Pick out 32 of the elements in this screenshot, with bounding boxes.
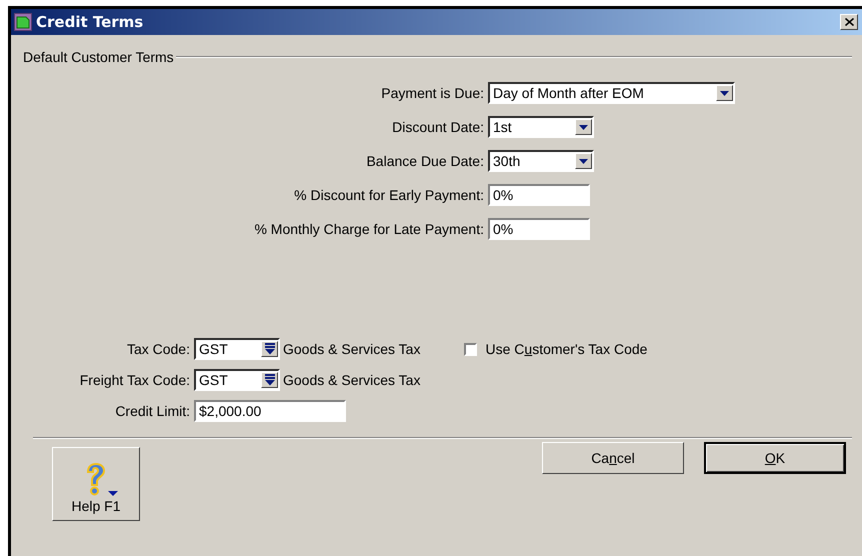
caret-icon [108,491,118,496]
list-icon[interactable] [261,372,278,388]
tax-description: Goods & Services Tax [283,341,420,357]
field-label: % Monthly Charge for Late Payment: [253,221,485,237]
field-label: % Discount for Early Payment: [293,187,485,203]
cancel-button[interactable]: Cancel [542,442,684,474]
window-title: Credit Terms [36,13,144,31]
checkbox[interactable] [464,342,478,356]
tax-description: Goods & Services Tax [283,372,420,388]
dropdown-field[interactable]: 30th [488,150,594,172]
dropdown-field[interactable]: Day of Month after EOM [488,82,735,104]
field-label: Tax Code: [126,341,191,357]
input-field[interactable]: $2,000.00 [194,400,346,422]
close-icon [844,18,854,26]
app-icon [14,13,32,31]
dropdown-field[interactable]: GST [194,338,280,360]
ok-button[interactable]: OK [704,442,846,474]
help-button[interactable]: Help F1 [52,447,140,521]
close-button[interactable] [840,14,858,30]
field-label: Credit Limit: [114,403,191,419]
field-label: Balance Due Date: [365,153,485,169]
checkbox-label[interactable]: Use Customer's Tax Code [485,341,648,357]
field-label: Freight Tax Code: [78,372,191,388]
field-label: Payment is Due: [380,85,485,101]
dropdown-field[interactable]: 1st [488,116,594,138]
input-field[interactable]: 0% [488,218,590,240]
group-title: Default Customer Terms [23,49,174,65]
list-icon[interactable] [261,341,278,357]
field-label: Discount Date: [391,119,485,135]
question-mark-icon [84,462,106,496]
input-field[interactable]: 0% [488,184,590,206]
dropdown-field[interactable]: GST [194,369,280,391]
